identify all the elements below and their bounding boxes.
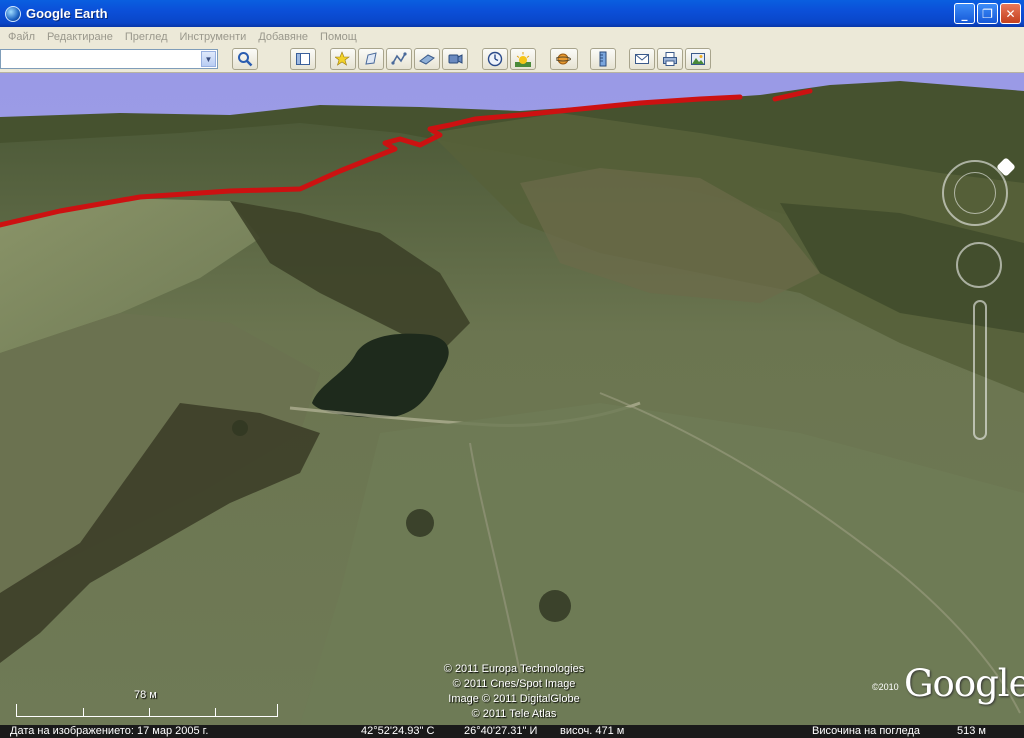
sidebar-toggle-icon	[296, 53, 310, 65]
add-polygon-button[interactable]	[358, 48, 384, 70]
search-button[interactable]	[232, 48, 258, 70]
scale-tick	[83, 708, 84, 716]
save-image-button[interactable]	[685, 48, 711, 70]
record-tour-button[interactable]	[442, 48, 468, 70]
sunlight-icon	[515, 52, 531, 67]
add-image-overlay-button[interactable]	[414, 48, 440, 70]
terrain-imagery	[0, 73, 1024, 725]
menu-edit[interactable]: Редактиране	[41, 31, 119, 43]
eye-altitude-value: 513 м	[957, 725, 986, 737]
sidebar-toggle-button[interactable]	[290, 48, 316, 70]
scale-bar	[16, 704, 278, 717]
menu-add[interactable]: Добавяне	[252, 31, 314, 43]
scale-tick	[149, 708, 150, 716]
switch-planet-button[interactable]	[550, 48, 578, 70]
add-placemark-icon	[335, 51, 350, 66]
maximize-button[interactable]: ❐	[977, 3, 998, 24]
switch-planet-icon	[556, 53, 571, 65]
search-input[interactable]: ▼	[0, 49, 218, 69]
menu-tools[interactable]: Инструменти	[173, 31, 252, 43]
scale-label: 78 м	[134, 689, 157, 701]
record-tour-icon	[448, 54, 463, 64]
email-icon	[635, 54, 649, 64]
imagery-date: Дата на изображението: 17 мар 2005 г.	[10, 725, 209, 737]
print-button[interactable]	[657, 48, 683, 70]
chevron-down-icon[interactable]: ▼	[201, 51, 216, 67]
longitude-readout: 26°40'27.31" И	[464, 725, 538, 737]
add-placemark-button[interactable]	[330, 48, 356, 70]
ruler-icon	[599, 51, 607, 67]
google-earth-app-icon	[5, 5, 21, 22]
logo-year: ©2010	[872, 682, 899, 692]
historical-imagery-icon	[487, 51, 503, 67]
scale-tick	[215, 708, 216, 716]
minimize-button[interactable]: _	[954, 3, 975, 24]
copyright-line: © 2011 Cnes/Spot Image	[452, 678, 576, 690]
ruler-button[interactable]	[590, 48, 616, 70]
eye-altitude-label: Височина на погледа	[812, 725, 921, 737]
historical-imagery-button[interactable]	[482, 48, 508, 70]
window-controls: _ ❐ ✕	[954, 3, 1021, 24]
copyright-line: © 2011 Europa Technologies	[443, 663, 585, 675]
print-icon	[663, 52, 677, 66]
save-image-icon	[691, 53, 705, 65]
zoom-slider[interactable]	[973, 300, 987, 440]
toolbar: ▼	[0, 46, 1024, 73]
menu-file[interactable]: Файл	[2, 31, 41, 43]
add-polygon-icon	[365, 52, 377, 65]
move-joystick[interactable]	[956, 242, 1002, 288]
menu-help[interactable]: Помощ	[314, 31, 363, 43]
add-path-button[interactable]	[386, 48, 412, 70]
earth-3d-view[interactable]: © 2011 Europa Technologies © 2011 Cnes/S…	[0, 73, 1024, 725]
add-image-overlay-icon	[419, 54, 435, 65]
copyright-line: Image © 2011 DigitalGlobe	[448, 693, 580, 705]
imagery-copyright: © 2011 Europa Technologies © 2011 Cnes/S…	[424, 662, 604, 722]
status-bar: Дата на изображението: 17 мар 2005 г. 42…	[0, 725, 1024, 738]
add-path-icon	[391, 52, 407, 65]
title-bar: Google Earth _ ❐ ✕	[0, 0, 1024, 27]
close-button[interactable]: ✕	[1000, 3, 1021, 24]
search-icon	[238, 52, 253, 67]
sunlight-button[interactable]	[510, 48, 536, 70]
latitude-readout: 42°52'24.93" С	[361, 725, 435, 737]
menu-view[interactable]: Преглед	[119, 31, 174, 43]
email-button[interactable]	[629, 48, 655, 70]
copyright-line: © 2011 Tele Atlas	[471, 708, 557, 720]
google-logo: Google	[904, 662, 1024, 705]
window-title: Google Earth	[26, 6, 108, 21]
elevation-readout: височ. 471 м	[560, 725, 625, 737]
look-joystick-inner[interactable]	[954, 172, 996, 214]
menu-bar: Файл Редактиране Преглед Инструменти Доб…	[0, 27, 1024, 46]
